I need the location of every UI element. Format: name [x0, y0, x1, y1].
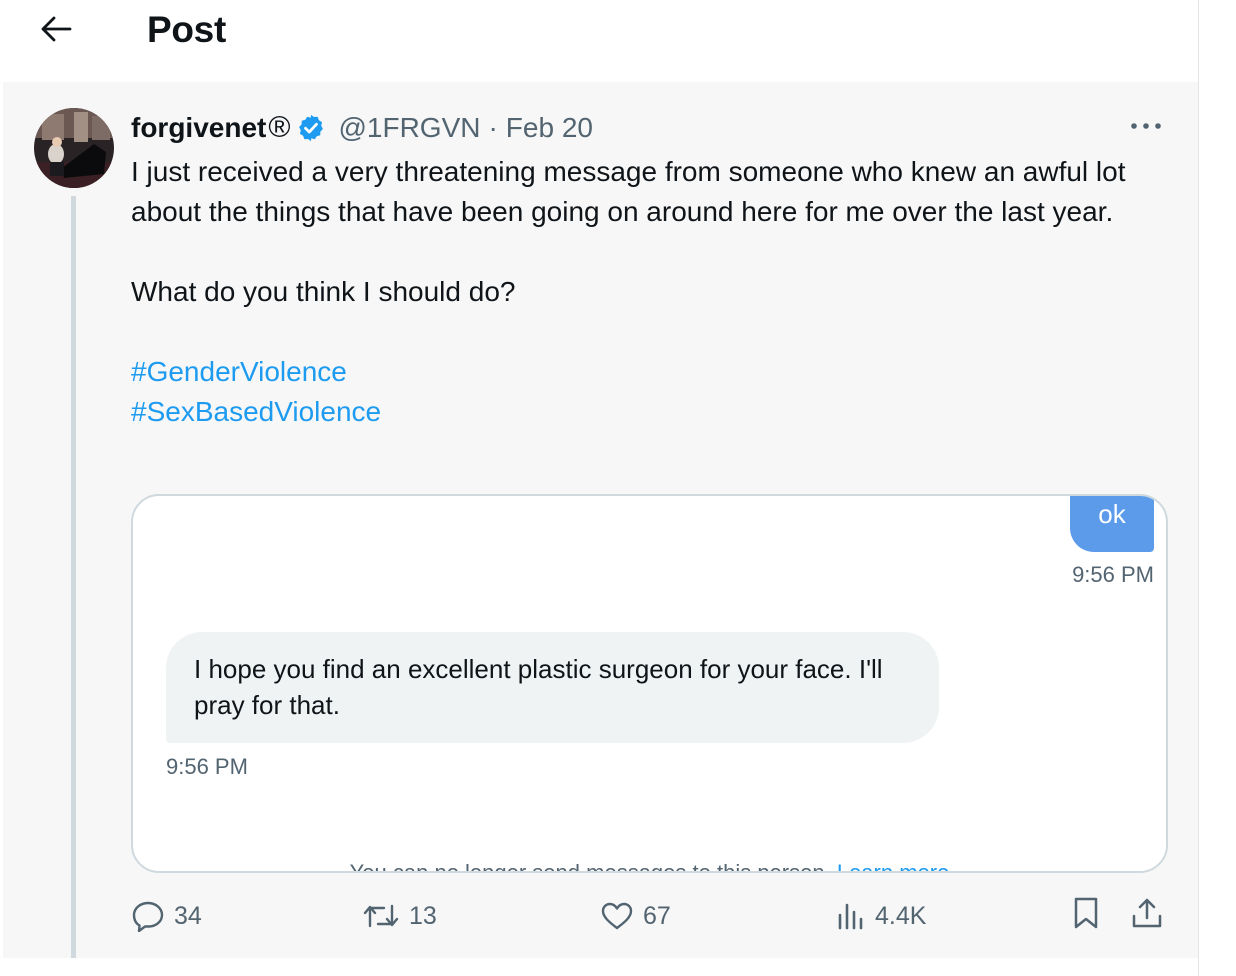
thread-line: [71, 196, 76, 976]
more-options-button[interactable]: [1126, 110, 1166, 144]
views-chart-icon: [836, 901, 866, 931]
views-count: 4.4K: [875, 901, 927, 930]
incoming-message-bubble: I hope you find an excellent plastic sur…: [166, 632, 939, 743]
post-date[interactable]: Feb 20: [506, 112, 593, 144]
learn-more-link: Learn more: [836, 860, 950, 873]
author-display-name[interactable]: forgivenet: [131, 112, 266, 144]
back-button[interactable]: [33, 10, 79, 52]
like-button[interactable]: 67: [600, 896, 671, 936]
bottom-strip: [3, 958, 1198, 976]
avatar[interactable]: [34, 108, 114, 188]
arrow-left-icon: [39, 15, 73, 48]
left-edge: [0, 0, 3, 976]
registered-mark: ®: [268, 111, 291, 144]
post-page: Post forgivenet ® @1FRGVN · Feb 20 I jus…: [0, 0, 1236, 976]
hashtag-link[interactable]: #GenderViolence: [131, 352, 1171, 392]
share-icon: [1130, 896, 1164, 937]
repost-button[interactable]: 13: [362, 896, 437, 936]
repost-count: 13: [409, 901, 437, 930]
like-count: 67: [643, 901, 671, 930]
hashtag-link[interactable]: #SexBasedViolence: [131, 392, 1171, 432]
post-text: I just received a very threatening messa…: [131, 152, 1171, 432]
conversation-notice: You can no longer send messages to this …: [133, 860, 1166, 873]
embedded-screenshot[interactable]: ok 9:56 PM I hope you find an excellent …: [131, 494, 1168, 873]
outgoing-message-time: 9:56 PM: [1072, 562, 1154, 587]
repost-icon: [362, 900, 400, 932]
incoming-message-time: 9:56 PM: [166, 754, 248, 779]
conversation-notice-text: You can no longer send messages to this …: [349, 860, 831, 873]
outgoing-message-bubble: ok: [1070, 496, 1154, 552]
page-title: Post: [147, 9, 226, 50]
heart-icon: [600, 901, 634, 931]
verified-badge-icon[interactable]: [296, 113, 326, 143]
views-button[interactable]: 4.4K: [836, 896, 926, 936]
author-handle[interactable]: @1FRGVN: [338, 112, 480, 144]
bookmark-icon: [1070, 896, 1102, 937]
reply-button[interactable]: 34: [131, 896, 202, 936]
right-gutter: [1198, 0, 1236, 976]
page-header: Post: [3, 0, 1198, 82]
reply-count: 34: [174, 901, 202, 930]
separator-dot: ·: [488, 112, 498, 143]
incoming-message-text: I hope you find an excellent plastic sur…: [194, 654, 883, 720]
avatar-icon: [34, 108, 114, 188]
reply-icon: [131, 900, 165, 932]
outgoing-message-text: ok: [1098, 499, 1126, 529]
post-paragraph: What do you think I should do?: [131, 276, 516, 307]
more-dots-icon: [1129, 118, 1163, 136]
share-button[interactable]: [1130, 896, 1164, 936]
author-row: forgivenet ® @1FRGVN · Feb 20: [131, 108, 593, 148]
bookmark-button[interactable]: [1070, 896, 1102, 936]
post-paragraph: I just received a very threatening messa…: [131, 156, 1126, 227]
